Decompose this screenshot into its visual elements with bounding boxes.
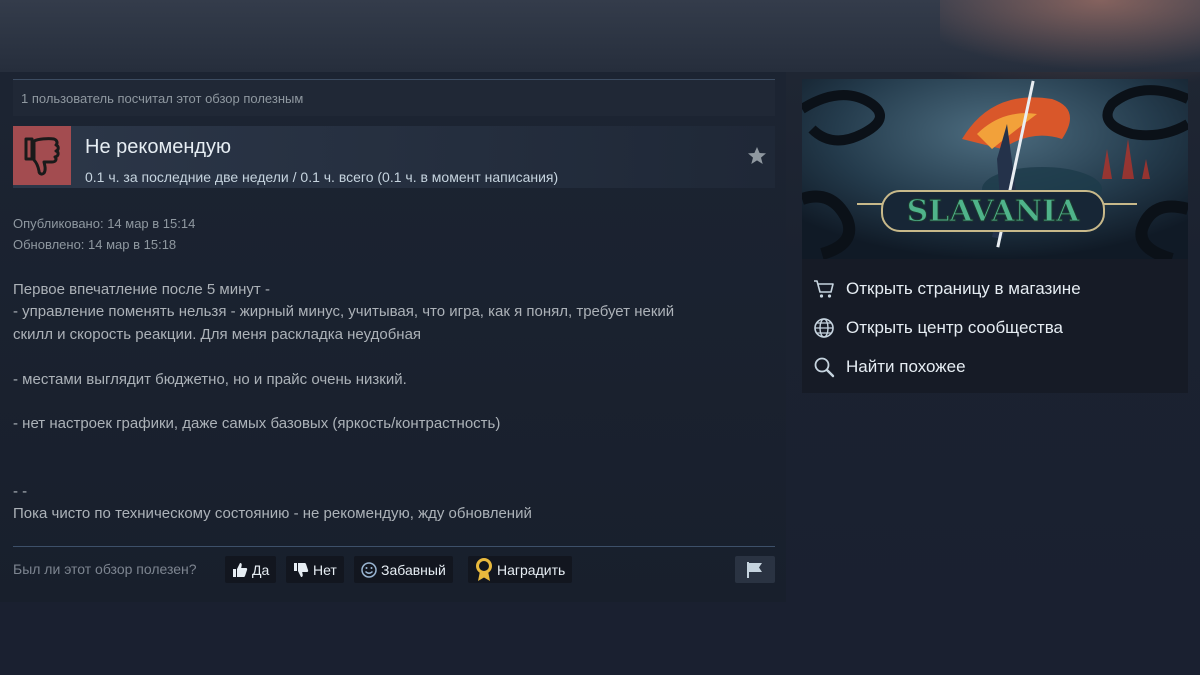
game-sidebar: SLAVANIA Открыть страницу в магазине Отк… xyxy=(802,79,1188,393)
game-logo-text: SLAVANIA xyxy=(907,194,1081,229)
vote-question: Был ли этот обзор полезен? xyxy=(13,561,197,577)
vote-funny-button[interactable]: Забавный xyxy=(354,556,453,583)
review-body-line: - местами выглядит бюджетно, но и прайс … xyxy=(13,370,407,388)
review-body-line xyxy=(13,391,783,413)
award-label: Наградить xyxy=(497,561,566,578)
review-body-line: Пока чисто по техническому состоянию - н… xyxy=(13,504,532,522)
vote-no-button[interactable]: Нет xyxy=(286,556,344,583)
open-store-page-link[interactable]: Открыть страницу в магазине xyxy=(812,276,1178,302)
open-store-page-label: Открыть страницу в магазине xyxy=(846,279,1081,298)
find-similar-link[interactable]: Найти похожее xyxy=(812,354,1178,380)
playtime-text: 0.1 ч. за последние две недели / 0.1 ч. … xyxy=(85,169,559,185)
review-body-line: Первое впечатление после 5 минут - xyxy=(13,281,270,298)
open-community-hub-label: Открыть центр сообщества xyxy=(846,318,1064,337)
review-body-line: - нет настроек графики, даже самых базов… xyxy=(13,415,501,433)
report-button[interactable] xyxy=(735,556,775,583)
vote-controls: Был ли этот обзор полезен? Да Нет Забавн… xyxy=(13,556,775,583)
search-icon xyxy=(812,355,836,379)
helpful-count-text: 1 пользователь посчитал этот обзор полез… xyxy=(21,91,304,106)
review-body-line: - - xyxy=(13,482,28,500)
review-body-line: - управление поменять нельзя - жирный ми… xyxy=(13,303,675,321)
award-button[interactable]: Наградить xyxy=(468,556,573,583)
star-icon[interactable] xyxy=(747,146,767,166)
open-community-hub-link[interactable]: Открыть центр сообщества xyxy=(812,315,1178,341)
thumbs-down-icon xyxy=(24,136,60,176)
review-body-line: скилл и скорость реакции. Для меня раскл… xyxy=(13,325,422,343)
vote-divider xyxy=(13,546,775,547)
updated-date: Обновлено: 14 мар в 15:18 xyxy=(13,237,177,252)
vote-yes-button[interactable]: Да xyxy=(225,556,277,583)
vote-yes-label: Да xyxy=(252,561,270,578)
cart-icon xyxy=(812,277,836,301)
flag-icon xyxy=(747,561,762,578)
review-body-line xyxy=(13,436,783,458)
thumbs-up-icon xyxy=(233,562,248,577)
thumbs-down-small-icon xyxy=(294,562,309,577)
smiley-icon xyxy=(361,561,377,578)
review-verdict-header: Не рекомендую 0.1 ч. за последние две не… xyxy=(13,126,775,188)
slavania-art: SLAVANIA xyxy=(802,79,1188,259)
helpful-count-bar: 1 пользователь посчитал этот обзор полез… xyxy=(13,79,775,116)
find-similar-label: Найти похожее xyxy=(846,357,966,376)
thumbs-down-badge xyxy=(13,126,71,185)
posted-date: Опубликовано: 14 мар в 15:14 xyxy=(13,216,196,231)
vote-funny-label: Забавный xyxy=(381,561,446,578)
review-dates: Опубликовано: 14 мар в 15:14 Обновлено: … xyxy=(13,213,195,255)
review-body-line xyxy=(13,458,783,480)
globe-icon xyxy=(812,316,836,340)
award-icon xyxy=(476,557,492,581)
review-body-line xyxy=(13,346,783,368)
review-body: Первое впечатление после 5 минут - - упр… xyxy=(13,279,783,525)
verdict-title: Не рекомендую xyxy=(85,136,232,158)
vote-no-label: Нет xyxy=(313,561,337,578)
header-glow xyxy=(940,0,1200,72)
game-capsule-image[interactable]: SLAVANIA xyxy=(802,79,1188,259)
